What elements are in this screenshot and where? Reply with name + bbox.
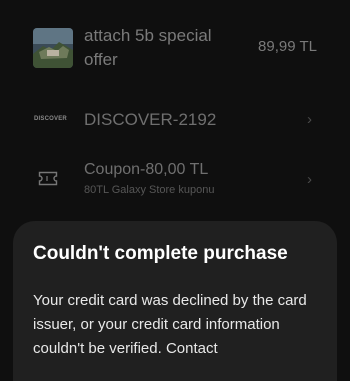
chevron-right-icon: ›: [307, 171, 312, 188]
coupon-icon: [38, 171, 58, 186]
product-thumbnail: [33, 28, 73, 68]
product-price: 89,99 TL: [258, 38, 317, 55]
error-dialog: Couldn't complete purchase Your credit c…: [13, 221, 337, 381]
card-number: DISCOVER-2192: [84, 110, 217, 129]
coupon-subtitle: 80TL Galaxy Store kuponu: [84, 184, 215, 196]
dialog-message: Your credit card was declined by the car…: [33, 292, 307, 357]
dialog-title: Couldn't complete purchase: [33, 243, 288, 264]
card-brand-logo: DISCOVER: [34, 116, 67, 122]
product-title: attach 5b special offer: [84, 26, 212, 69]
chevron-right-icon: ›: [307, 111, 312, 128]
coupon-title: Coupon-80,00 TL: [84, 161, 209, 178]
